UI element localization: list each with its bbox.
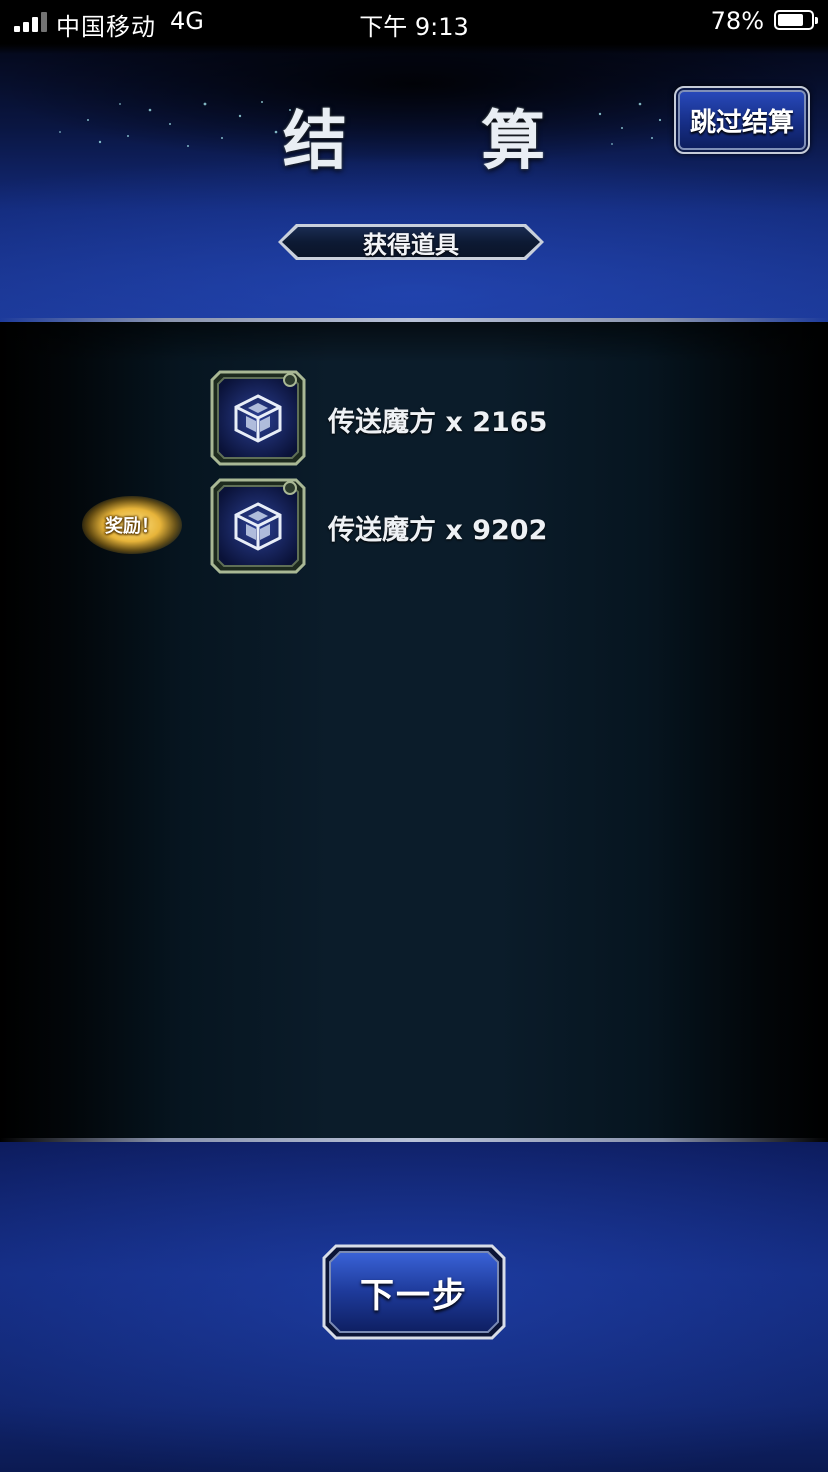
app-root: 中国移动 4G 下午 9:13 78% 结 算 获得道具 跳过结算 传送魔方 x… (0, 0, 828, 1472)
next-step-label: 下一步 (360, 1275, 468, 1316)
skip-settlement-button[interactable]: 跳过结算 (674, 86, 810, 154)
next-step-button[interactable]: 下一步 (322, 1244, 506, 1340)
clock: 下午 9:13 (359, 13, 469, 41)
reward-badge: 奖励！ (82, 496, 182, 554)
reward-item-label: 传送魔方 x 2165 (328, 407, 548, 438)
teleport-cube-icon (210, 478, 306, 574)
reward-item[interactable]: 传送魔方 x 2165 (210, 370, 710, 466)
battery-icon (774, 10, 818, 30)
battery-percent: 78% (710, 7, 764, 35)
reward-item[interactable]: 传送魔方 x 9202 (210, 478, 710, 574)
subtitle-banner: 获得道具 (278, 222, 544, 262)
teleport-cube-icon (210, 370, 306, 466)
subtitle-label: 获得道具 (363, 230, 459, 259)
status-bar: 中国移动 4G 下午 9:13 78% (0, 0, 828, 44)
reward-badge-label: 奖励！ (105, 516, 159, 537)
reward-item-label: 传送魔方 x 9202 (328, 515, 548, 546)
reward-list-panel: 传送魔方 x 2165 传送魔方 x 9202 (0, 322, 828, 1138)
